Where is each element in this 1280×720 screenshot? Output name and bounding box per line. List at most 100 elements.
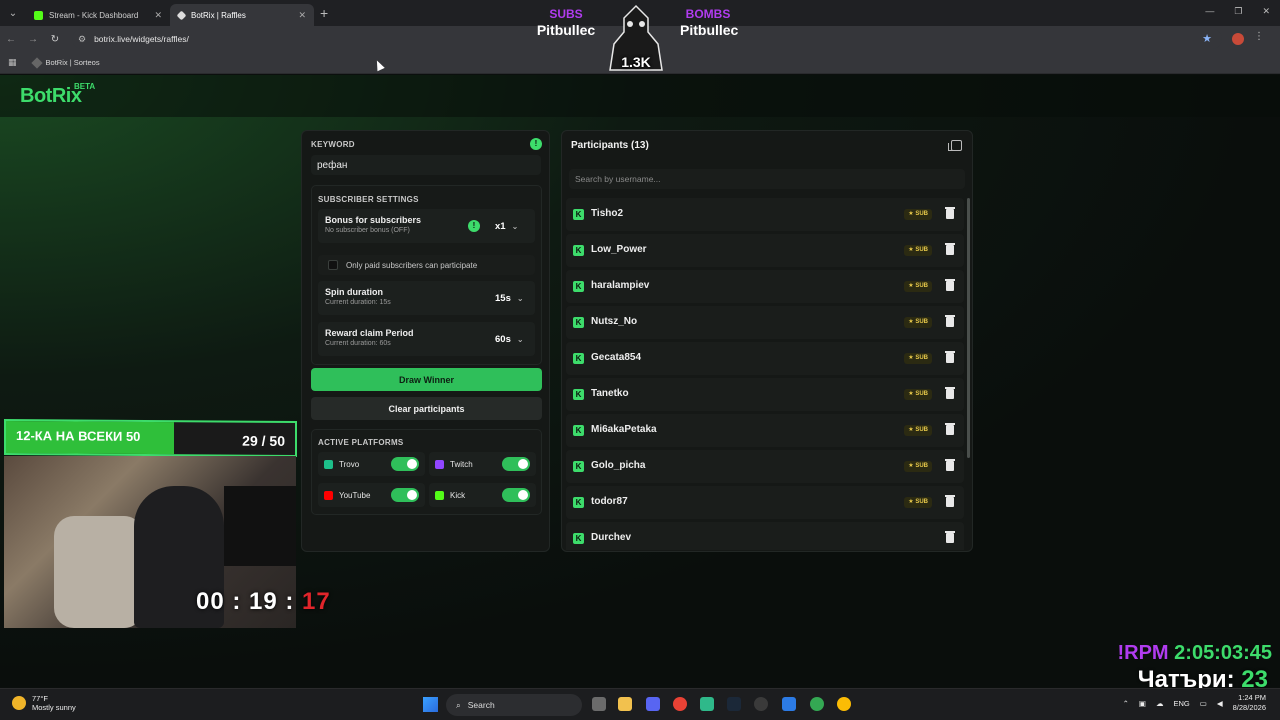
scrollbar[interactable]: [967, 198, 970, 458]
obs-icon[interactable]: [754, 697, 768, 711]
sub-badge: ★ SUB: [904, 353, 932, 364]
bombs-name: Pitbullec: [680, 22, 739, 38]
close-window-icon[interactable]: ✕: [1262, 6, 1270, 17]
back-icon[interactable]: ←: [0, 34, 22, 45]
apps-grid-icon[interactable]: ▦: [8, 57, 17, 68]
participant-row: K Mi6akaPetaka ★ SUB: [566, 414, 964, 447]
participant-row: K Tisho2 ★ SUB: [566, 198, 964, 231]
bonus-multiplier-select[interactable]: x1 ⌄: [491, 217, 529, 235]
clear-participants-button[interactable]: Clear participants: [311, 397, 542, 420]
participants-title: Participants (13): [571, 140, 649, 151]
lang-indicator[interactable]: ENG: [1173, 699, 1189, 708]
participant-name: Durchev: [591, 532, 632, 543]
chrome-icon[interactable]: [837, 697, 851, 711]
date: 8/28/2026: [1232, 703, 1266, 712]
new-tab-icon[interactable]: +: [320, 5, 328, 21]
timer-seconds: 17: [302, 588, 331, 615]
info-icon[interactable]: !: [468, 220, 480, 232]
app-icon[interactable]: [782, 697, 796, 711]
minimize-icon[interactable]: —: [1205, 6, 1214, 17]
paid-only-checkbox-row[interactable]: Only paid subscribers can participate: [318, 255, 535, 275]
keyword-input[interactable]: [311, 155, 541, 175]
bookmark-botrix[interactable]: BotRix | Sorteos: [30, 56, 100, 69]
draw-winner-button[interactable]: Draw Winner: [311, 368, 542, 391]
task-view-icon[interactable]: [592, 697, 606, 711]
spin-title: Spin duration: [325, 287, 383, 297]
chevron-down-icon: ⌄: [511, 221, 519, 231]
subs-label: SUBS: [549, 7, 583, 21]
trash-icon[interactable]: [945, 387, 955, 399]
profile-avatar[interactable]: [1232, 33, 1244, 45]
restore-icon[interactable]: ❐: [1234, 6, 1242, 17]
info-icon[interactable]: !: [530, 138, 542, 150]
file-explorer-icon[interactable]: [618, 697, 632, 711]
spin-duration-select[interactable]: 15s ⌄: [491, 289, 529, 307]
kick-toggle[interactable]: [502, 488, 530, 502]
participant-row: K Tanetko ★ SUB: [566, 378, 964, 411]
participant-search-input[interactable]: [569, 169, 965, 189]
twitch-toggle[interactable]: [502, 457, 530, 471]
steam-icon[interactable]: [727, 697, 741, 711]
youtube-toggle[interactable]: [391, 488, 419, 502]
app-icon[interactable]: [700, 697, 714, 711]
botrix-favicon-icon: [176, 10, 187, 20]
close-tab-icon[interactable]: ✕: [298, 10, 306, 21]
subscriber-settings-label: SUBSCRIBER SETTINGS: [318, 195, 419, 204]
claim-period-select[interactable]: 60s ⌄: [491, 330, 529, 348]
trash-icon[interactable]: [945, 207, 955, 219]
kick-icon: K: [573, 317, 584, 328]
trash-icon[interactable]: [945, 315, 955, 327]
platform-label: YouTube: [339, 490, 371, 500]
kick-icon: [435, 490, 444, 500]
site-info-icon[interactable]: ⚙: [78, 34, 86, 45]
botrix-logo[interactable]: BotRix: [20, 85, 82, 108]
tab-botrix-raffles[interactable]: BotRix | Raffles ✕: [170, 4, 314, 26]
participant-row: Kharalampiev ★ SUB: [566, 270, 964, 303]
spin-subtitle: Current duration: 15s: [325, 299, 391, 306]
trash-icon[interactable]: [945, 243, 955, 255]
app-header: BotRix BETA: [0, 75, 1280, 117]
chrome-icon[interactable]: [673, 697, 687, 711]
trash-icon[interactable]: [945, 531, 955, 543]
menu-kebab-icon[interactable]: ⋮: [1254, 31, 1264, 42]
tab-search-icon[interactable]: ⌄: [0, 0, 26, 26]
bonus-subtitle: No subscriber bonus (OFF): [325, 227, 410, 234]
platform-label: Twitch: [450, 459, 473, 469]
chevron-up-icon[interactable]: ⌃: [1123, 699, 1129, 708]
weather-widget[interactable]: 77°F Mostly sunny: [12, 694, 76, 712]
tray-app-icon[interactable]: ▣: [1139, 699, 1146, 708]
forward-icon[interactable]: →: [22, 34, 44, 45]
copy-icon[interactable]: [948, 140, 962, 151]
sub-goal-bar: 12-КА НА ВСЕКИ 50 29 / 50: [4, 418, 297, 458]
trash-icon[interactable]: [945, 459, 955, 471]
trash-icon[interactable]: [945, 423, 955, 435]
rpm-counter: !RPM 2:05:03:45: [1117, 642, 1272, 665]
volume-icon[interactable]: ◀: [1217, 699, 1223, 708]
trovo-toggle[interactable]: [391, 457, 419, 471]
bonus-setting: Bonus for subscribers No subscriber bonu…: [318, 209, 535, 243]
network-icon[interactable]: ▭: [1200, 699, 1207, 708]
paid-only-checkbox[interactable]: [328, 260, 338, 270]
windows-start-icon[interactable]: [423, 697, 438, 712]
close-tab-icon[interactable]: ✕: [154, 10, 162, 21]
reload-icon[interactable]: ↻: [44, 34, 66, 45]
rpm-label: !RPM: [1117, 642, 1175, 664]
select-value: 60s: [495, 333, 511, 345]
trash-icon[interactable]: [945, 495, 955, 507]
taskbar-search[interactable]: ⌕ Search: [446, 694, 582, 716]
search-icon: ⌕: [456, 699, 461, 710]
cloud-icon[interactable]: ☁: [1156, 699, 1164, 708]
select-value: x1: [495, 220, 506, 232]
clock[interactable]: 1:24 PM 8/28/2026: [1233, 693, 1266, 713]
tab-kick-dashboard[interactable]: Stream - Kick Dashboard ✕: [26, 4, 170, 26]
discord-icon[interactable]: [646, 697, 660, 711]
participants-list: K Tisho2 ★ SUB K Low_Power ★ SUB Kharalampiev ★…: [566, 198, 964, 550]
search-label: Search: [467, 700, 495, 710]
trash-icon[interactable]: [945, 351, 955, 363]
trash-icon[interactable]: [945, 279, 955, 291]
kick-icon: K: [573, 425, 584, 436]
participant-name: haralampiev: [591, 280, 650, 291]
chrome-icon[interactable]: [810, 697, 824, 711]
participant-name: Mi6akaPetaka: [591, 424, 657, 435]
bookmark-star-icon[interactable]: ★: [1202, 32, 1212, 45]
